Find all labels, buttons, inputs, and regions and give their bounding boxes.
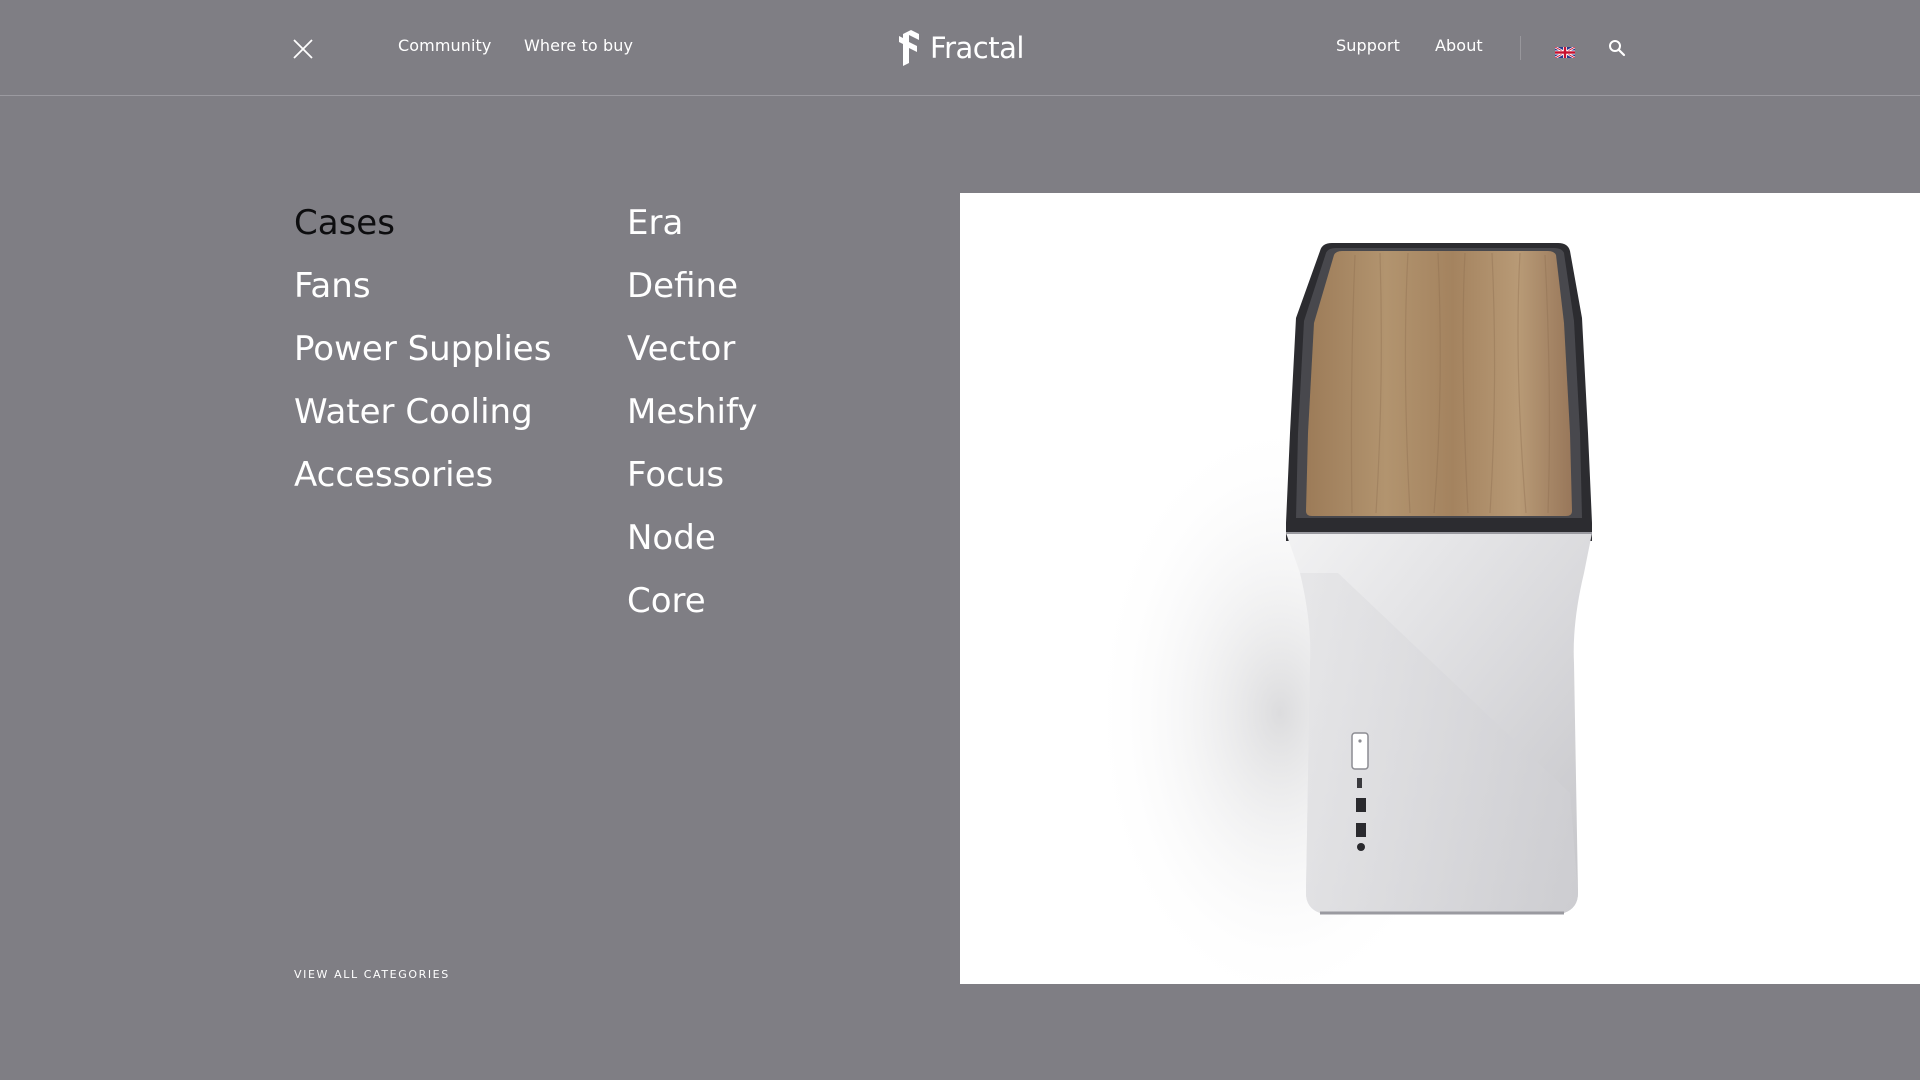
header-divider: [1520, 36, 1521, 60]
series-node[interactable]: Node: [627, 517, 757, 580]
page: Community Where to buy Fractal Support A…: [0, 0, 1920, 1080]
fractal-logo-icon: [899, 30, 919, 66]
nav-about-link[interactable]: About: [1435, 36, 1483, 55]
close-menu-button[interactable]: [292, 38, 314, 60]
series-era[interactable]: Era: [627, 202, 757, 265]
search-button[interactable]: [1608, 39, 1626, 57]
close-icon: [293, 39, 313, 59]
series-list: Era Define Vector Meshify Focus Node Cor…: [627, 202, 757, 643]
series-vector[interactable]: Vector: [627, 328, 757, 391]
search-icon: [1609, 40, 1626, 57]
nav-community-link[interactable]: Community: [398, 36, 492, 55]
pc-case-image: [1090, 243, 1592, 984]
category-list: Cases Fans Power Supplies Water Cooling …: [294, 202, 551, 517]
category-fans[interactable]: Fans: [294, 265, 551, 328]
series-meshify[interactable]: Meshify: [627, 391, 757, 454]
language-selector[interactable]: [1554, 43, 1576, 60]
product-image-panel: [960, 193, 1920, 984]
series-focus[interactable]: Focus: [627, 454, 757, 517]
nav-where-to-buy-link[interactable]: Where to buy: [524, 36, 633, 55]
site-header: Community Where to buy Fractal Support A…: [0, 0, 1920, 96]
series-define[interactable]: Define: [627, 265, 757, 328]
uk-flag-icon: [1554, 45, 1576, 60]
nav-support-link[interactable]: Support: [1336, 36, 1400, 55]
view-all-categories-link[interactable]: VIEW ALL CATEGORIES: [294, 968, 450, 981]
category-power-supplies[interactable]: Power Supplies: [294, 328, 551, 391]
category-water-cooling[interactable]: Water Cooling: [294, 391, 551, 454]
brand-name: Fractal: [930, 31, 1024, 65]
category-cases[interactable]: Cases: [294, 202, 551, 265]
series-core[interactable]: Core: [627, 580, 757, 643]
brand-logo[interactable]: Fractal: [898, 28, 1024, 68]
category-accessories[interactable]: Accessories: [294, 454, 551, 517]
